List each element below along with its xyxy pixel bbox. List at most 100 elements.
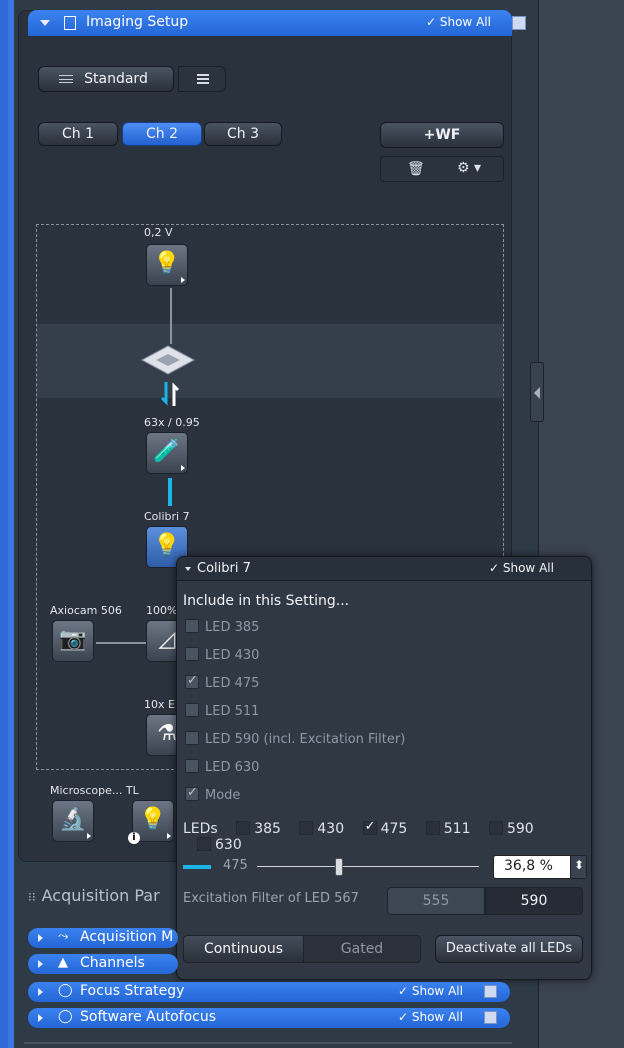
expand-triangle-icon[interactable] bbox=[38, 960, 43, 968]
focus-strategy-row[interactable]: ◯ Focus Strategy ✓ Show All bbox=[28, 982, 510, 1002]
intensity-input[interactable]: 36,8 % bbox=[493, 855, 587, 879]
checkbox[interactable] bbox=[185, 647, 199, 661]
tab-ch1[interactable]: Ch 1 bbox=[38, 122, 118, 146]
spinner-icon[interactable] bbox=[570, 856, 586, 878]
mode-gated[interactable]: Gated bbox=[304, 936, 420, 962]
camera-icon: 📷 bbox=[59, 627, 87, 652]
led-toggle[interactable]: 475 bbox=[362, 819, 407, 837]
show-all-toggle[interactable]: ✓ Show All bbox=[398, 984, 463, 998]
objective-icon: 🧪 bbox=[153, 439, 181, 464]
colibri-label: Colibri 7 bbox=[144, 510, 190, 523]
checkbox[interactable] bbox=[197, 837, 211, 851]
include-item-label: LED 630 bbox=[205, 760, 260, 775]
led-toggle[interactable]: 630 bbox=[197, 837, 242, 853]
objective-tile[interactable]: 🧪 bbox=[146, 432, 188, 474]
include-item[interactable]: LED 511 bbox=[185, 703, 259, 719]
led-toggle-label: 630 bbox=[215, 837, 242, 853]
led-toggle-label: 385 bbox=[254, 821, 281, 837]
focus-strategy-icon: ◯ bbox=[58, 983, 73, 998]
checkbox[interactable] bbox=[185, 731, 199, 745]
led-toggle[interactable]: 511 bbox=[425, 821, 470, 837]
preset-menu-button[interactable] bbox=[178, 66, 226, 92]
microscope-tile[interactable]: 🔬 bbox=[52, 800, 94, 842]
show-all-toggle[interactable]: ✓ Show All bbox=[398, 1010, 463, 1024]
include-item[interactable]: LED 430 bbox=[185, 647, 259, 663]
row-label: Channels bbox=[80, 955, 145, 971]
include-item[interactable]: LED 475 bbox=[185, 673, 259, 691]
acquisition-parameter-heading[interactable]: ⁝⁝ Acquisition Par bbox=[28, 886, 178, 916]
expand-triangle-icon[interactable] bbox=[38, 1014, 43, 1022]
include-item[interactable]: Mode bbox=[185, 785, 240, 803]
stage-icon[interactable] bbox=[140, 342, 196, 378]
deactivate-all-leds-button[interactable]: Deactivate all LEDs bbox=[435, 935, 583, 963]
channels-row[interactable]: ▲ Channels bbox=[28, 954, 178, 974]
checkbox[interactable] bbox=[488, 821, 503, 835]
preset-button[interactable]: Standard bbox=[38, 66, 174, 92]
popup-header[interactable]: Colibri 7 ✓ Show All bbox=[177, 557, 591, 581]
excitation-option-555[interactable]: 555 bbox=[387, 887, 485, 915]
checkbox[interactable] bbox=[185, 759, 199, 773]
checkbox[interactable] bbox=[185, 785, 199, 801]
led-toggle[interactable]: 385 bbox=[236, 821, 281, 837]
led-light-icon: 💡 bbox=[153, 533, 181, 558]
popout-icon[interactable] bbox=[484, 1011, 497, 1024]
excitation-filter-label: Excitation Filter of LED 567 bbox=[183, 891, 359, 906]
microscope-label: Microscope... TL bbox=[50, 784, 139, 797]
software-autofocus-icon: ◯ bbox=[58, 1009, 73, 1024]
top-lamp-label: 0,2 V bbox=[144, 226, 173, 239]
excitation-option-590[interactable]: 590 bbox=[485, 887, 583, 915]
info-icon[interactable]: i bbox=[128, 832, 140, 844]
camera-tile[interactable]: 📷 bbox=[52, 620, 94, 662]
expand-triangle-icon[interactable] bbox=[38, 988, 43, 996]
imaging-setup-header[interactable]: Imaging Setup ✓ Show All bbox=[28, 10, 526, 36]
leds-label: LEDs bbox=[183, 821, 218, 837]
show-all-toggle[interactable]: ✓ Show All bbox=[426, 15, 491, 29]
intensity-slider-thumb[interactable] bbox=[334, 858, 343, 876]
row-label: Acquisition M bbox=[80, 929, 174, 945]
add-wf-button[interactable]: +WF bbox=[380, 122, 504, 148]
lamp-icon: 💡 bbox=[139, 807, 167, 832]
popup-title: Colibri 7 bbox=[197, 561, 251, 576]
collapse-triangle-icon[interactable] bbox=[185, 567, 191, 571]
led-toggle[interactable]: 590 bbox=[488, 821, 534, 837]
checkbox[interactable] bbox=[362, 819, 377, 835]
collapse-triangle-icon[interactable] bbox=[40, 20, 50, 26]
channel-tools: 🗑 ⚙ ▾ bbox=[380, 156, 504, 182]
lamp-icon: 💡 bbox=[153, 251, 181, 276]
checkbox[interactable] bbox=[185, 619, 199, 633]
channels-icon: ▲ bbox=[58, 955, 68, 970]
include-item[interactable]: LED 590 (incl. Excitation Filter) bbox=[185, 731, 405, 747]
collapse-handle[interactable] bbox=[530, 362, 544, 422]
tab-ch3[interactable]: Ch 3 bbox=[204, 122, 282, 146]
include-item[interactable]: LED 630 bbox=[185, 759, 259, 775]
intensity-value: 36,8 % bbox=[504, 858, 553, 874]
popup-show-all[interactable]: ✓ Show All bbox=[489, 561, 554, 575]
mode-continuous[interactable]: Continuous bbox=[184, 936, 304, 962]
bottom-divider bbox=[24, 1042, 512, 1044]
checkbox[interactable] bbox=[236, 821, 251, 835]
led-toggle[interactable]: 430 bbox=[299, 821, 344, 837]
list-icon bbox=[59, 75, 73, 83]
transmitted-lamp-tile[interactable]: 💡 bbox=[146, 244, 188, 286]
intensity-slider-track[interactable] bbox=[257, 866, 479, 867]
include-item-label: LED 430 bbox=[205, 648, 260, 663]
acquisition-mode-row[interactable]: ⤳ Acquisition M bbox=[28, 928, 178, 948]
include-item[interactable]: LED 385 bbox=[185, 619, 259, 635]
intensity-slider-row: 475 36,8 % bbox=[183, 855, 587, 879]
popout-icon[interactable] bbox=[512, 16, 526, 30]
microscope-icon: 🔬 bbox=[59, 807, 87, 832]
mode-segmented-control: Continuous Gated bbox=[183, 935, 421, 963]
gear-icon[interactable]: ⚙ ▾ bbox=[457, 160, 481, 176]
drag-handle-icon[interactable]: ⁝⁝ bbox=[28, 890, 36, 904]
checkbox[interactable] bbox=[425, 821, 440, 835]
slider-led-label: 475 bbox=[223, 858, 248, 873]
acquisition-heading-label: Acquisition Par bbox=[41, 886, 160, 905]
checkbox[interactable] bbox=[185, 703, 199, 717]
popout-icon[interactable] bbox=[484, 985, 497, 998]
trash-icon[interactable]: 🗑 bbox=[407, 161, 425, 177]
checkbox[interactable] bbox=[185, 673, 199, 689]
checkbox[interactable] bbox=[299, 821, 314, 835]
tab-ch2[interactable]: Ch 2 bbox=[122, 122, 202, 146]
software-autofocus-row[interactable]: ◯ Software Autofocus ✓ Show All bbox=[28, 1008, 510, 1028]
expand-triangle-icon[interactable] bbox=[38, 934, 43, 942]
